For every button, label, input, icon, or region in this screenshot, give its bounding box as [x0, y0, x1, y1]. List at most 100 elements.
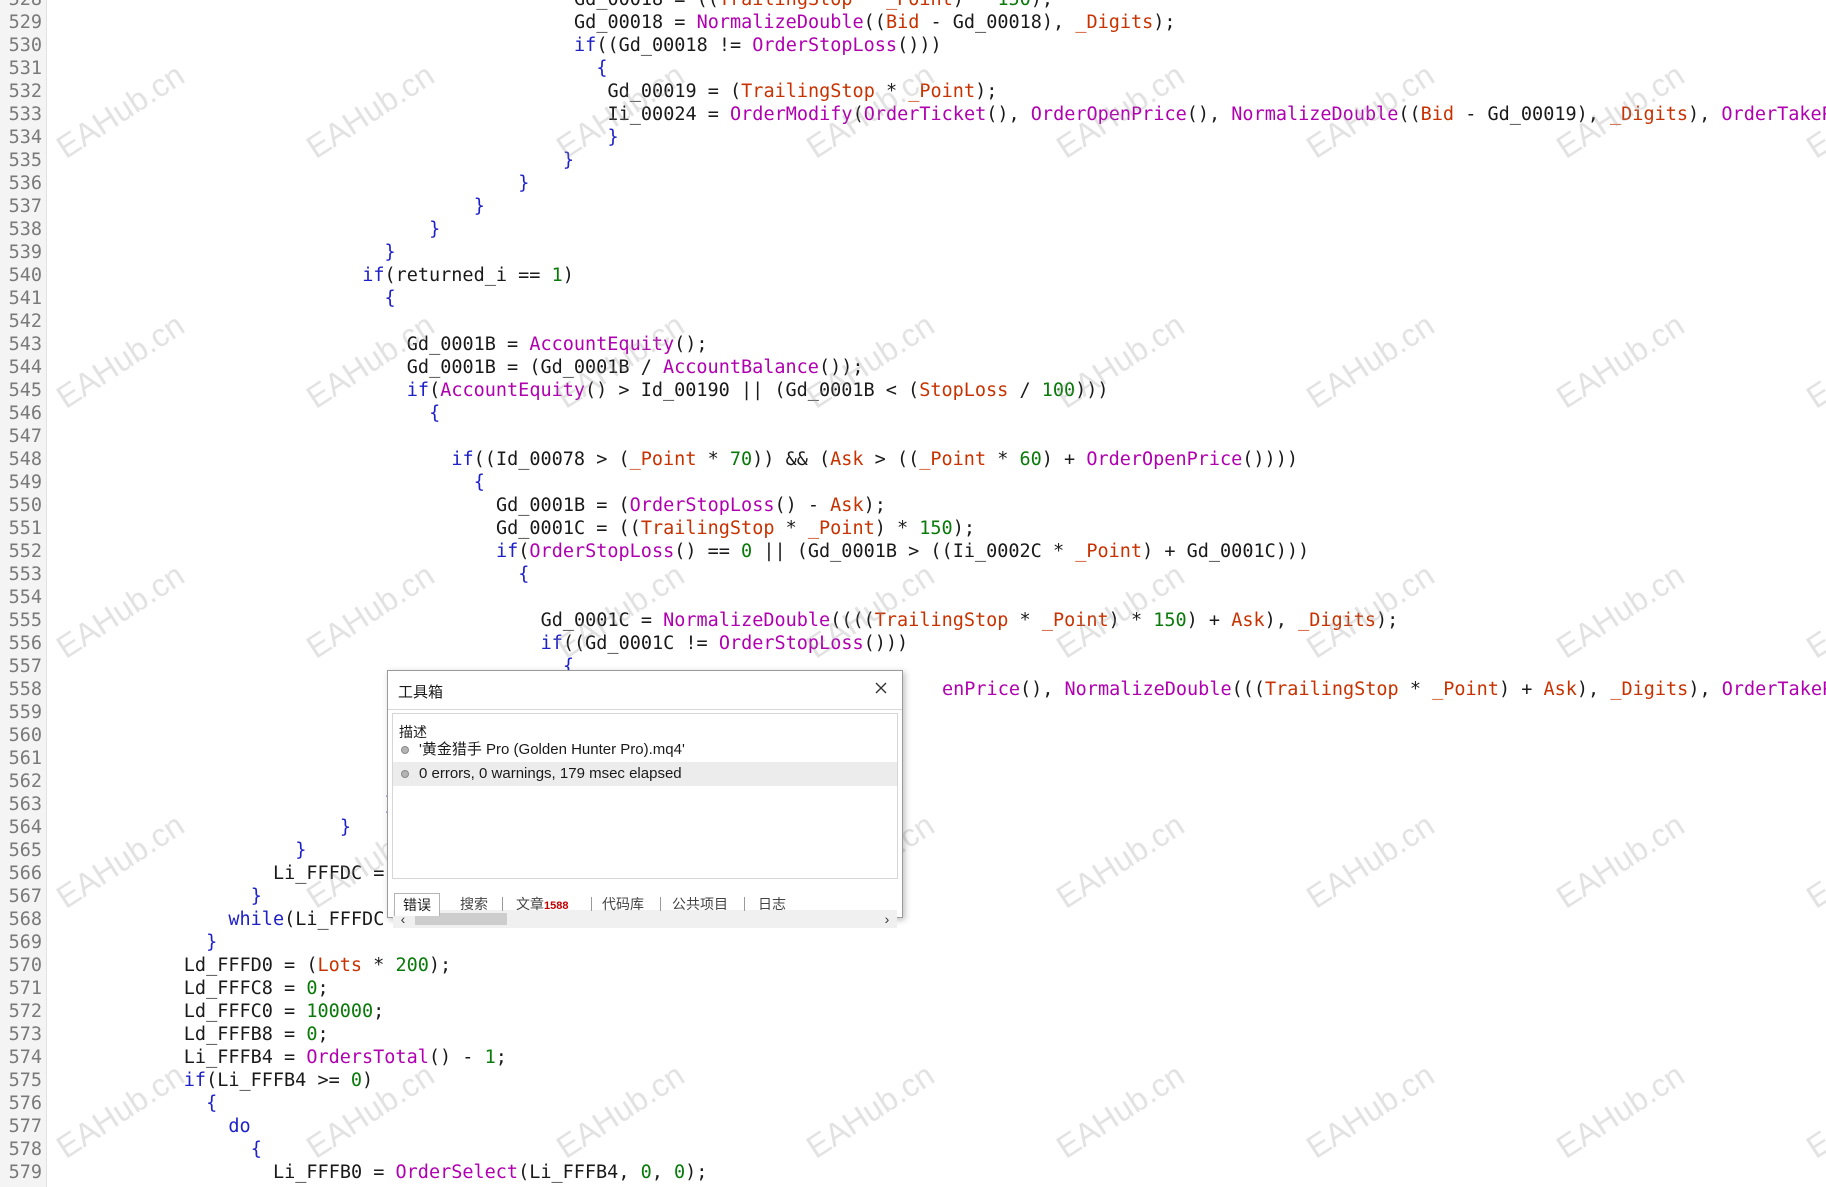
code-line[interactable]: 544 Gd_0001B = (Gd_0001B / AccountBalance…	[0, 356, 864, 379]
code-line[interactable]: 537}	[0, 195, 485, 218]
code-line[interactable]: 572 Ld_FFFC0 = 100000;	[0, 1000, 385, 1023]
code-constant: Bid	[1420, 104, 1455, 125]
code-constant: _Point	[908, 81, 976, 102]
line-number: 566	[8, 863, 42, 884]
code-operator: ((	[1398, 104, 1421, 125]
code-operator: )))	[1075, 380, 1109, 401]
tab-errors[interactable]: 错误	[394, 893, 440, 916]
code-operator: =	[272, 1047, 307, 1068]
code-operator: () -	[774, 495, 831, 516]
code-operator: () ==	[674, 541, 742, 562]
code-line[interactable]: 542	[0, 310, 50, 333]
code-line[interactable]: 564}	[0, 816, 351, 839]
code-operator: ((((	[830, 610, 875, 631]
code-line[interactable]: 539}	[0, 241, 396, 264]
code-line[interactable]: 536}	[0, 172, 530, 195]
code-text: if((Id_00078 > (_Point * 70)) && (Ask > …	[451, 448, 1298, 471]
code-line[interactable]: 568while(Li_FFFDC < OrdersTotal());	[0, 908, 585, 931]
code-line[interactable]: 563}	[0, 793, 396, 816]
code-line[interactable]: 567}	[0, 885, 262, 908]
code-operator: ) *	[1108, 610, 1154, 631]
tab-articles[interactable]: 文章1588	[516, 893, 568, 915]
line-number: 558	[8, 679, 42, 700]
code-line[interactable]: 578 {	[0, 1138, 262, 1161]
code-line[interactable]: 548 if((Id_00078 > (_Point * 70)) && (Ask…	[0, 448, 1298, 471]
code-operator: ();	[674, 334, 708, 355]
code-line[interactable]: 547	[0, 425, 50, 448]
code-line[interactable]: 534}	[0, 126, 619, 149]
tab-codebase[interactable]: 代码库	[602, 893, 644, 915]
code-line[interactable]: 569}	[0, 931, 218, 954]
code-line[interactable]: 551 Gd_0001C = ((TrailingStop * _Point) *…	[0, 517, 975, 540]
code-line[interactable]: 553 {	[0, 563, 530, 586]
code-line[interactable]: 543 Gd_0001B = AccountEquity();	[0, 333, 708, 356]
code-line[interactable]: 573 Ld_FFFB8 = 0;	[0, 1023, 329, 1046]
code-number: 0	[306, 1024, 318, 1045]
code-line[interactable]: 529 Gd_00018 = NormalizeDouble((Bid - Gd_…	[0, 11, 1176, 34]
code-line[interactable]: 571 Ld_FFFC8 = 0;	[0, 977, 329, 1000]
code-line[interactable]: 556 if((Gd_0001C != OrderStopLoss()))	[0, 632, 909, 655]
code-line[interactable]: 545 if(AccountEquity() > Id_00190 || (Gd_…	[0, 379, 1109, 402]
code-line[interactable]: 577 do	[0, 1115, 251, 1138]
code-line[interactable]: 575 if(Li_FFFB4 >= 0)	[0, 1069, 374, 1092]
code-line[interactable]: 540 if(returned_i == 1)	[0, 264, 574, 287]
code-operator: );	[1153, 12, 1176, 33]
code-operator: (	[518, 1162, 530, 1183]
code-line[interactable]: 532 Gd_00019 = (TrailingStop * _Point);	[0, 80, 998, 103]
messages-panel[interactable]: 描述 '黄金猎手 Pro (Golden Hunter Pro).mq4' 0 …	[392, 713, 898, 928]
code-operator: > (	[585, 449, 630, 470]
code-line[interactable]: 576 {	[0, 1092, 218, 1115]
code-line[interactable]: 550 Gd_0001B = (OrderStopLoss() - Ask);	[0, 494, 886, 517]
code-identifier: Li_FFFB4	[529, 1162, 619, 1183]
code-identifier: Gd_00018	[618, 35, 708, 56]
toolbox-titlebar[interactable]: 工具箱	[388, 671, 902, 710]
code-number: 1	[551, 265, 563, 286]
code-constant: Ask	[830, 495, 864, 516]
code-line[interactable]: 554	[0, 586, 50, 609]
code-line[interactable]: 574 Li_FFFB4 = OrdersTotal() - 1;	[0, 1046, 507, 1069]
line-number: 528	[0, 0, 50, 11]
code-line[interactable]: 533 Ii_00024 = OrderModify(OrderTicket(),…	[0, 103, 1826, 126]
code-operator: !=	[674, 633, 719, 654]
code-line[interactable]: 561}	[0, 747, 485, 770]
code-identifier: Li_FFFDC	[295, 909, 385, 930]
code-line[interactable]: 557{	[0, 655, 574, 678]
code-line[interactable]: 530 if((Gd_00018 != OrderStopLoss()))	[0, 34, 942, 57]
toolbox-window[interactable]: 工具箱 描述 '黄金猎手 Pro (Golden Hunter Pro).mq4…	[387, 670, 903, 928]
line-number: 578	[8, 1139, 42, 1160]
code-line[interactable]: 579 Li_FFFB0 = OrderSelect(Li_FFFB4, 0, 0…	[0, 1161, 708, 1184]
code-line[interactable]: 570 Ld_FFFD0 = (Lots * 200);	[0, 954, 452, 977]
code-line[interactable]: 549 {	[0, 471, 485, 494]
code-line[interactable]: 565}	[0, 839, 307, 862]
close-icon[interactable]	[870, 677, 892, 699]
code-text: }	[563, 149, 574, 172]
tab-search[interactable]: 搜索	[460, 893, 488, 915]
code-operator: (),	[1186, 104, 1232, 125]
code-line[interactable]: 559	[0, 701, 50, 724]
code-number: 150	[1153, 610, 1187, 631]
code-line[interactable]: 546 {	[0, 402, 441, 425]
message-row[interactable]: '黄金猎手 Pro (Golden Hunter Pro).mq4'	[393, 738, 897, 762]
code-text: if(AccountEquity() > Id_00190 || (Gd_000…	[407, 379, 1109, 402]
code-line[interactable]: 562}	[0, 770, 441, 793]
code-line[interactable]: 538}	[0, 218, 441, 241]
code-editor[interactable]: 528Gd_00018 = ((TrailingStop * _Point) *…	[0, 0, 1826, 1187]
code-number: 0	[741, 541, 753, 562]
code-line[interactable]: 528 Gd_00018 = ((TrailingStop * _Point) *…	[0, 0, 1053, 11]
code-operator: ),	[1576, 104, 1611, 125]
tab-public-projects[interactable]: 公共项目	[672, 893, 728, 915]
message-row[interactable]: 0 errors, 0 warnings, 179 msec elapsed	[393, 762, 897, 786]
code-line[interactable]: 555 Gd_0001C = NormalizeDouble((((Trailin…	[0, 609, 1399, 632]
code-line[interactable]: 535}	[0, 149, 574, 172]
code-line[interactable]: 541 {	[0, 287, 396, 310]
code-line[interactable]: 552 if(OrderStopLoss() == 0 || (Gd_0001B …	[0, 540, 1310, 563]
code-line[interactable]: 566Li_FFFDC = Li_FFFDC	[0, 862, 485, 885]
code-line[interactable]: 531 {	[0, 57, 608, 80]
code-line[interactable]: 560}	[0, 724, 530, 747]
code-operator: ),	[1576, 679, 1611, 700]
code-operator: = (	[585, 495, 630, 516]
code-operator: () -	[428, 1047, 485, 1068]
code-line[interactable]: 558 enPrice(), NormalizeDouble(((Trailing…	[0, 678, 1826, 701]
watermark-text: EAHub.cn	[1050, 806, 1191, 916]
tab-journal[interactable]: 日志	[758, 893, 786, 915]
